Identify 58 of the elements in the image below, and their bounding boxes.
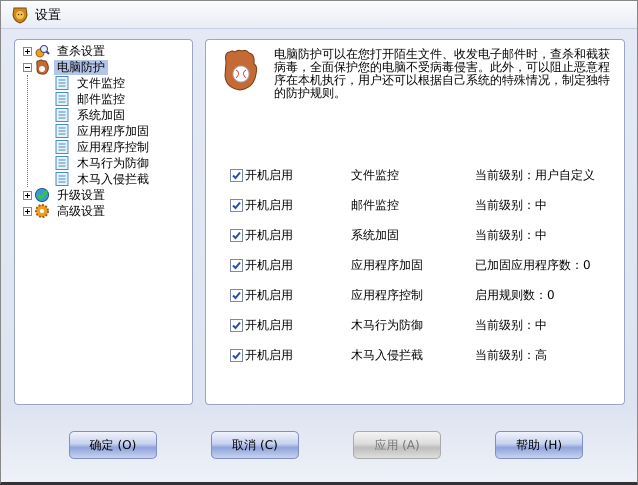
document-icon [54, 123, 70, 139]
checkbox-label[interactable]: 开机启用 [245, 166, 351, 184]
tree-item[interactable]: 应用程序加固 [74, 124, 152, 138]
description-text: 电脑防护可以在您打开陌生文件、收发电子邮件时，查杀和截获病毒，全面保护您的电脑不受病毒侵害。此外，可以阻止恶意程序在本机执行，用户还可以根据自己系统的特殊情况，制定独特的防护规则。 [274, 48, 611, 102]
expand-icon[interactable] [23, 206, 32, 216]
tree-item[interactable]: 系统加固 [74, 108, 128, 122]
checkbox[interactable] [230, 258, 243, 272]
tree-item[interactable]: 木马行为防御 [74, 156, 152, 170]
document-icon [54, 75, 70, 91]
checkbox[interactable] [230, 318, 243, 332]
document-icon [54, 139, 70, 155]
checkbox-label[interactable]: 开机启用 [245, 286, 351, 304]
gear-icon [34, 203, 50, 219]
expand-icon[interactable] [23, 190, 32, 200]
check-globe-icon [34, 187, 50, 203]
feature-name: 木马行为防御 [351, 316, 424, 334]
checkbox-label[interactable]: 开机启用 [245, 346, 351, 364]
feature-name: 应用程序控制 [351, 286, 424, 304]
tree-item[interactable]: 文件监控 [74, 76, 128, 90]
baseball-glove-icon [34, 59, 50, 75]
tree-item[interactable]: 木马入侵拦截 [74, 172, 152, 186]
tree-item[interactable]: 应用程序控制 [74, 140, 152, 154]
checkbox[interactable] [230, 228, 243, 242]
checkbox-label[interactable]: 开机启用 [245, 316, 351, 334]
status-text: 已加固应用程序数：0 [475, 256, 591, 274]
checkbox[interactable] [230, 198, 243, 212]
feature-name: 文件监控 [351, 166, 400, 184]
tree-item[interactable]: 查杀设置 [54, 44, 108, 58]
tree-item[interactable]: 邮件监控 [74, 92, 128, 106]
feature-name: 木马入侵拦截 [351, 346, 424, 364]
checkbox-label[interactable]: 开机启用 [245, 256, 351, 274]
document-icon [54, 155, 70, 171]
status-text: 启用规则数：0 [475, 286, 555, 304]
tree-item[interactable]: 电脑防护 [54, 60, 108, 74]
document-icon [54, 91, 70, 107]
status-text: 当前级别：用户自定义 [475, 166, 595, 184]
feature-name: 邮件监控 [351, 196, 400, 214]
status-text: 当前级别：中 [475, 316, 547, 334]
document-icon [54, 107, 70, 123]
feature-name: 应用程序加固 [351, 256, 424, 274]
status-text: 当前级别：中 [475, 196, 547, 214]
expand-icon[interactable] [23, 46, 32, 56]
checkbox-label[interactable]: 开机启用 [245, 196, 351, 214]
tree-item[interactable]: 高级设置 [54, 204, 108, 218]
window-title: 设置 [35, 6, 61, 24]
checkbox[interactable] [230, 288, 243, 302]
status-text: 当前级别：高 [475, 346, 547, 364]
tree-item[interactable]: 升级设置 [54, 188, 108, 202]
checkbox[interactable] [230, 168, 243, 182]
dialog-button[interactable]: 取消 (C) [211, 431, 299, 459]
dialog-button[interactable]: 帮助 (H) [495, 431, 583, 459]
status-text: 当前级别：中 [475, 226, 547, 244]
document-icon [54, 171, 70, 187]
feature-name: 系统加固 [351, 226, 400, 244]
checkbox-label[interactable]: 开机启用 [245, 226, 351, 244]
checkbox[interactable] [230, 348, 243, 362]
collapse-icon[interactable] [23, 62, 32, 72]
dialog-button[interactable]: 确定 (O) [69, 431, 157, 459]
